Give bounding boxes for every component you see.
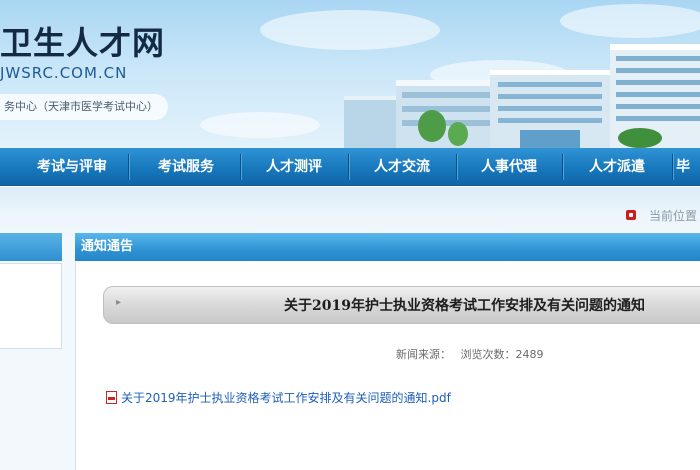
nav-item-talent-exchange[interactable]: 人才交流 [348,148,456,186]
location-icon [626,210,636,220]
article-title: 关于2019年护士执业资格考试工作安排及有关问题的通知 [284,298,645,314]
section-header: 通知通告 [75,233,700,261]
section-title: 通知通告 [81,239,134,254]
site-subtitle: 务中心（天津市医学考试中心） [0,94,168,120]
pdf-icon [106,391,117,404]
building-illustration [344,44,700,148]
left-sidebar-header [0,233,62,261]
cloud-decoration [200,112,320,138]
nav-divider [128,154,130,180]
nav-item-exam-review[interactable]: 考试与评审 [18,148,126,186]
attachment-filename: 关于2019年护士执业资格考试工作安排及有关问题的通知.pdf [121,391,451,405]
left-sidebar-box [0,263,62,349]
breadcrumb: 当前位置 [649,209,698,223]
views-label: 浏览次数： [460,348,516,361]
nav-item-graduate[interactable]: 毕 [676,148,700,186]
site-title: 卫生人才网 [0,24,166,62]
attachment-link[interactable]: 关于2019年护士执业资格考试工作安排及有关问题的通知.pdf [106,389,451,406]
header-banner: 卫生人才网 JWSRC.COM.CN 务中心（天津市医学考试中心） [0,0,700,148]
article-title-bar: ▸ 关于2019年护士执业资格考试工作安排及有关问题的通知 [103,286,700,324]
nav-item-personnel-agency[interactable]: 人事代理 [456,148,562,186]
site-domain: JWSRC.COM.CN [0,64,128,82]
article-meta: 新闻来源： 浏览次数：2489 [396,346,550,362]
views-count: 2489 [515,348,544,361]
source-label: 新闻来源： [396,348,451,361]
nav-item-talent-assessment[interactable]: 人才测评 [240,148,348,186]
nav-divider [672,154,674,180]
main-nav: 考试与评审 考试服务 人才测评 人才交流 人事代理 人才派遣 毕 [0,148,700,186]
nav-item-talent-dispatch[interactable]: 人才派遣 [564,148,670,186]
chevron-right-icon: ▸ [116,297,122,308]
nav-item-exam-service[interactable]: 考试服务 [132,148,240,186]
